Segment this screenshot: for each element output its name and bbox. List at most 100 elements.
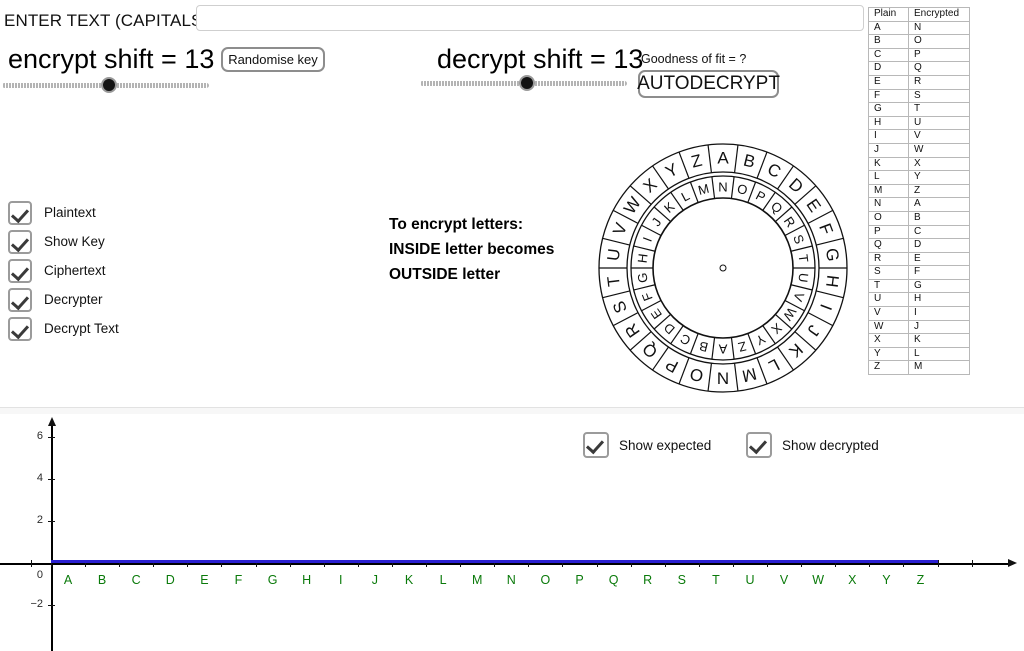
- plain-letter: K: [868, 156, 909, 172]
- wheel-outer-letter: V: [609, 220, 631, 238]
- x-axis-category-label: I: [339, 573, 343, 587]
- x-axis-category-label: O: [540, 573, 551, 587]
- wheel-outer-letter: X: [640, 175, 661, 197]
- frequency-graph[interactable]: 6 4 2 0 −2 A B C D E F G H I J K L M N O P Q R S T U V W X Y Z Show exp…: [0, 414, 1024, 651]
- wheel-outer-letter: U: [604, 248, 624, 262]
- wheel-inner-letter: C: [678, 331, 693, 349]
- table-row: KX: [868, 156, 970, 172]
- goodness-of-fit-text: Goodness of fit = ?: [641, 52, 747, 66]
- plain-letter: I: [868, 129, 909, 144]
- table-row: ER: [868, 74, 970, 90]
- table-row: DQ: [868, 61, 970, 76]
- table-row: AN: [868, 20, 970, 36]
- table-row: TG: [868, 278, 970, 294]
- encrypted-letter: N: [908, 20, 970, 36]
- checkbox-show-expected[interactable]: [583, 432, 609, 458]
- legend-item-show-expected[interactable]: Show expected: [583, 432, 711, 458]
- table-row: SF: [868, 265, 970, 280]
- wheel-outer-letter: W: [620, 194, 645, 218]
- x-axis-category-label: S: [677, 573, 686, 587]
- option-row-decrypt-text[interactable]: Decrypt Text: [8, 314, 119, 343]
- plain-letter: V: [868, 306, 909, 321]
- table-row: LY: [868, 170, 970, 185]
- encrypted-letter: J: [908, 319, 970, 335]
- wheel-outer-letter: F: [815, 221, 836, 237]
- wheel-outer-letter: H: [822, 274, 842, 288]
- decrypt-slider-thumb[interactable]: [519, 75, 536, 91]
- encrypted-letter: P: [908, 47, 970, 63]
- y-axis-tick: [48, 437, 55, 438]
- plain-letter: O: [868, 210, 909, 226]
- x-axis-category-label: D: [165, 573, 175, 587]
- table-row: VI: [868, 306, 970, 321]
- option-label: Ciphertext: [44, 263, 106, 278]
- plain-letter: W: [868, 319, 909, 335]
- wheel-inner-letter: O: [736, 181, 749, 198]
- x-axis-category-label: H: [302, 573, 312, 587]
- checkbox-show-key[interactable]: [8, 229, 32, 254]
- plain-letter: X: [868, 333, 909, 348]
- randomise-key-button[interactable]: Randomise key: [221, 47, 325, 72]
- encrypted-letter: W: [908, 142, 970, 158]
- checkbox-plaintext[interactable]: [8, 200, 32, 225]
- checkbox-decrypt-text[interactable]: [8, 316, 32, 341]
- encrypt-shift-title: encrypt shift = 13: [8, 44, 215, 74]
- wheel-inner-letter: I: [640, 235, 655, 244]
- x-axis-tick: [971, 560, 973, 567]
- x-axis-category-label: Y: [882, 573, 891, 587]
- wheel-outer-letter: I: [816, 301, 835, 312]
- option-row-decrypter[interactable]: Decrypter: [8, 285, 119, 314]
- wheel-inner-letter: T: [795, 253, 811, 263]
- table-row: QD: [868, 238, 970, 253]
- encrypted-letter: R: [908, 74, 970, 90]
- checkbox-ciphertext[interactable]: [8, 258, 32, 283]
- wheel-outer-letter: R: [621, 320, 644, 341]
- wheel-inner-letter: S: [790, 233, 807, 247]
- key-table-body: ANBOCPDQERFSGTHUIVJWKXLYMZNAOBPCQDRESFTG…: [868, 20, 970, 376]
- y-axis-tick: [48, 605, 55, 606]
- legend-item-show-decrypted[interactable]: Show decrypted: [746, 432, 879, 458]
- x-axis-category-label: F: [234, 573, 243, 587]
- encrypted-letter: X: [908, 156, 970, 172]
- text-entry-input[interactable]: [196, 5, 864, 31]
- encrypted-letter: V: [908, 129, 970, 144]
- x-axis-category-label: B: [97, 573, 107, 587]
- wheel-center-pivot: [719, 264, 727, 272]
- wheel-inner-letter: E: [648, 306, 665, 322]
- decrypt-shift-slider[interactable]: [420, 75, 627, 91]
- wheel-outer-letter: C: [764, 159, 784, 182]
- table-row: CP: [868, 47, 970, 63]
- wheel-inner-letter: G: [635, 272, 651, 284]
- checkbox-decrypter[interactable]: [8, 287, 32, 312]
- wheel-outer-letter: B: [742, 151, 758, 172]
- wheel-outer-letter: A: [717, 149, 729, 168]
- y-axis-label: −2: [30, 598, 43, 610]
- x-axis-category-label: U: [745, 573, 755, 587]
- y-axis-label: 6: [36, 430, 43, 442]
- wheel-inner-letter: P: [753, 188, 768, 205]
- wheel-outer-letter: O: [688, 364, 705, 386]
- option-row-plaintext[interactable]: Plaintext: [8, 198, 119, 227]
- encrypted-letter: O: [908, 34, 970, 49]
- encrypted-letter: B: [908, 210, 970, 226]
- plain-letter: A: [868, 20, 909, 36]
- instructions-line-3: OUTSIDE letter: [389, 266, 501, 283]
- autodecrypt-button[interactable]: AUTODECRYPT: [637, 70, 780, 98]
- encrypt-shift-slider[interactable]: [2, 77, 209, 93]
- table-row: GT: [868, 102, 970, 117]
- encrypted-letter: I: [908, 306, 970, 321]
- option-row-ciphertext[interactable]: Ciphertext: [8, 256, 119, 285]
- encrypt-slider-thumb[interactable]: [101, 77, 118, 93]
- y-axis-label: 2: [36, 514, 43, 526]
- checkbox-show-decrypted[interactable]: [746, 432, 772, 458]
- option-row-show-key[interactable]: Show Key: [8, 227, 119, 256]
- table-row: XK: [868, 333, 970, 348]
- y-axis-tick: [48, 479, 55, 480]
- wheel-outer-letter: L: [766, 355, 783, 376]
- x-axis-category-label: W: [812, 573, 825, 587]
- plain-letter: L: [868, 170, 909, 185]
- wheel-inner-letter: Q: [768, 198, 786, 216]
- wheel-outer-letter: P: [662, 354, 681, 376]
- wheel-outer-letter: E: [802, 195, 824, 215]
- cipher-wheel[interactable]: A B CDEFGHIJKLMNOPQRSTUVWXY ZN O PQRSTUVWXYZA…: [598, 143, 848, 393]
